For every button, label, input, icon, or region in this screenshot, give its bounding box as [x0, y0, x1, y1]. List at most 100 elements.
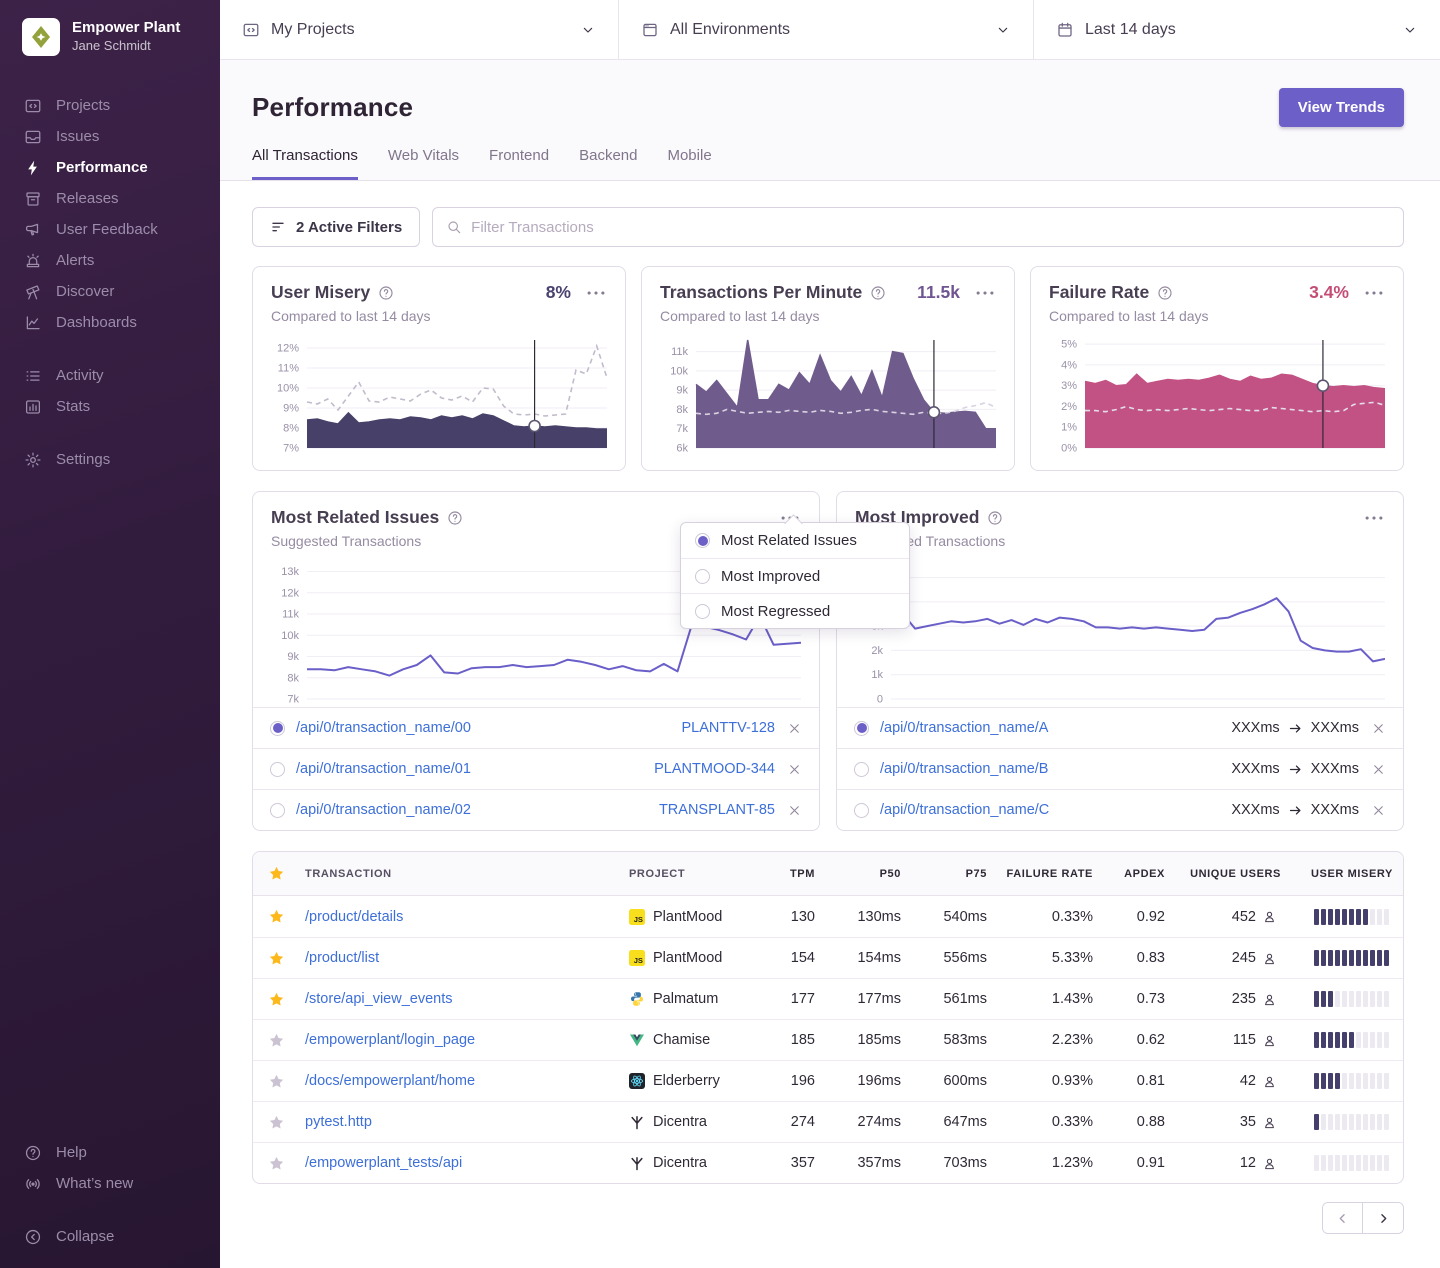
transaction-link[interactable]: /product/details — [299, 909, 629, 925]
sidebar-item-settings[interactable]: Settings — [0, 444, 220, 475]
transaction-link[interactable]: /empowerplant/login_page — [299, 1032, 629, 1048]
sidebar-item-discover[interactable]: Discover — [0, 276, 220, 307]
close-icon[interactable] — [787, 803, 802, 818]
radio-button[interactable] — [270, 721, 285, 736]
date-range-selector[interactable]: Last 14 days — [1034, 0, 1440, 59]
prev-page-button[interactable] — [1323, 1203, 1363, 1233]
sidebar-item-issues[interactable]: Issues — [0, 121, 220, 152]
star-icon[interactable] — [268, 1114, 285, 1131]
svg-text:7%: 7% — [283, 443, 299, 455]
ellipsis-menu-icon[interactable] — [974, 284, 996, 302]
issue-tag-link[interactable]: TRANSPLANT-85 — [659, 802, 775, 818]
tab-mobile[interactable]: Mobile — [667, 147, 711, 180]
transaction-link[interactable]: /product/list — [299, 950, 629, 966]
sidebar-item-performance[interactable]: Performance — [0, 152, 220, 183]
sidebar-item-help[interactable]: Help — [0, 1137, 220, 1168]
sidebar-item-dashboards[interactable]: Dashboards — [0, 307, 220, 338]
radio-button[interactable] — [854, 721, 869, 736]
column-header[interactable]: FAILURE RATE — [997, 868, 1103, 880]
transaction-link[interactable]: /docs/empowerplant/home — [299, 1073, 629, 1089]
tab-frontend[interactable]: Frontend — [489, 147, 549, 180]
column-header[interactable]: UNIQUE USERS — [1175, 868, 1291, 880]
transaction-link[interactable]: /api/0/transaction_name/B — [880, 761, 1048, 777]
column-header[interactable]: P50 — [825, 868, 911, 880]
ellipsis-menu-icon[interactable] — [1363, 284, 1385, 302]
next-page-button[interactable] — [1363, 1203, 1403, 1233]
radio-button[interactable] — [854, 803, 869, 818]
sidebar-item-user-feedback[interactable]: User Feedback — [0, 214, 220, 245]
unique-users-value: 12 — [1240, 1155, 1256, 1171]
close-icon[interactable] — [787, 762, 802, 777]
sidebar-item-activity[interactable]: Activity — [0, 360, 220, 391]
card-value: 8% — [546, 282, 571, 303]
help-icon[interactable] — [987, 510, 1003, 526]
search-input[interactable] — [471, 219, 1390, 236]
activity-icon — [24, 367, 42, 385]
column-header[interactable]: P75 — [911, 868, 997, 880]
org-header[interactable]: Empower Plant Jane Schmidt — [0, 0, 220, 66]
transaction-link[interactable]: /api/0/transaction_name/01 — [296, 761, 471, 777]
active-filters-button[interactable]: 2 Active Filters — [252, 207, 420, 247]
star-icon[interactable] — [268, 1032, 285, 1049]
transaction-link[interactable]: /empowerplant_tests/api — [299, 1155, 629, 1171]
project-name: Chamise — [653, 1032, 710, 1048]
close-icon[interactable] — [1371, 803, 1386, 818]
transaction-link[interactable]: /store/api_view_events — [299, 991, 629, 1007]
close-icon[interactable] — [1371, 721, 1386, 736]
ellipsis-menu-icon[interactable] — [1363, 509, 1385, 527]
sidebar-item-alerts[interactable]: Alerts — [0, 245, 220, 276]
menu-item-most-related-issues[interactable]: Most Related Issues — [681, 523, 909, 558]
ellipsis-menu-icon[interactable] — [585, 284, 607, 302]
star-icon[interactable] — [268, 1155, 285, 1172]
radio-button[interactable] — [854, 762, 869, 777]
menu-item-most-regressed[interactable]: Most Regressed — [681, 593, 909, 628]
transaction-link[interactable]: /api/0/transaction_name/C — [880, 802, 1049, 818]
person-icon — [1262, 1074, 1277, 1089]
sidebar-item-stats[interactable]: Stats — [0, 391, 220, 422]
view-trends-button[interactable]: View Trends — [1279, 88, 1404, 127]
widget: Most ImprovedSuggested Transactions01k2k… — [836, 491, 1404, 831]
environment-selector-label: All Environments — [670, 21, 790, 39]
column-header[interactable]: USER MISERY — [1291, 868, 1403, 880]
star-icon[interactable] — [268, 908, 285, 925]
sidebar-item-releases[interactable]: Releases — [0, 183, 220, 214]
sidebar-item-what-s-new[interactable]: What’s new — [0, 1168, 220, 1199]
star-icon[interactable] — [268, 991, 285, 1008]
transaction-link[interactable]: /api/0/transaction_name/A — [880, 720, 1048, 736]
transaction-link[interactable]: /api/0/transaction_name/02 — [296, 802, 471, 818]
issue-tag-link[interactable]: PLANTMOOD-344 — [654, 761, 775, 777]
search-box[interactable] — [432, 207, 1404, 247]
radio-button[interactable] — [270, 803, 285, 818]
transaction-link[interactable]: pytest.http — [299, 1114, 629, 1130]
issue-tag-link[interactable]: PLANTTV-128 — [682, 720, 776, 736]
star-icon[interactable] — [268, 950, 285, 967]
tab-all-transactions[interactable]: All Transactions — [252, 147, 358, 180]
table-body: /product/detailsJSPlantMood130130ms540ms… — [253, 896, 1403, 1183]
sidebar-footer: HelpWhat’s new Collapse — [0, 1137, 220, 1268]
column-header[interactable]: TRANSACTION — [299, 868, 629, 880]
tpm-value: 154 — [761, 950, 825, 966]
radio-button[interactable] — [270, 762, 285, 777]
help-icon[interactable] — [378, 285, 394, 301]
column-header[interactable]: APDEX — [1103, 868, 1175, 880]
p75-value: 703ms — [911, 1155, 997, 1171]
close-icon[interactable] — [787, 721, 802, 736]
column-header[interactable]: PROJECT — [629, 868, 761, 880]
sidebar-item-projects[interactable]: Projects — [0, 90, 220, 121]
star-column-icon — [268, 865, 285, 882]
column-header[interactable]: TPM — [761, 868, 825, 880]
menu-item-most-improved[interactable]: Most Improved — [681, 558, 909, 593]
close-icon[interactable] — [1371, 762, 1386, 777]
help-icon[interactable] — [870, 285, 886, 301]
star-icon[interactable] — [268, 1073, 285, 1090]
project-selector[interactable]: My Projects — [220, 0, 619, 59]
filter-icon — [270, 219, 286, 235]
svg-text:11k: 11k — [671, 346, 688, 358]
environment-selector[interactable]: All Environments — [619, 0, 1034, 59]
help-icon[interactable] — [1157, 285, 1173, 301]
help-icon[interactable] — [447, 510, 463, 526]
transaction-link[interactable]: /api/0/transaction_name/00 — [296, 720, 471, 736]
sidebar-item-collapse[interactable]: Collapse — [0, 1221, 220, 1252]
tab-backend[interactable]: Backend — [579, 147, 637, 180]
tab-web-vitals[interactable]: Web Vitals — [388, 147, 459, 180]
